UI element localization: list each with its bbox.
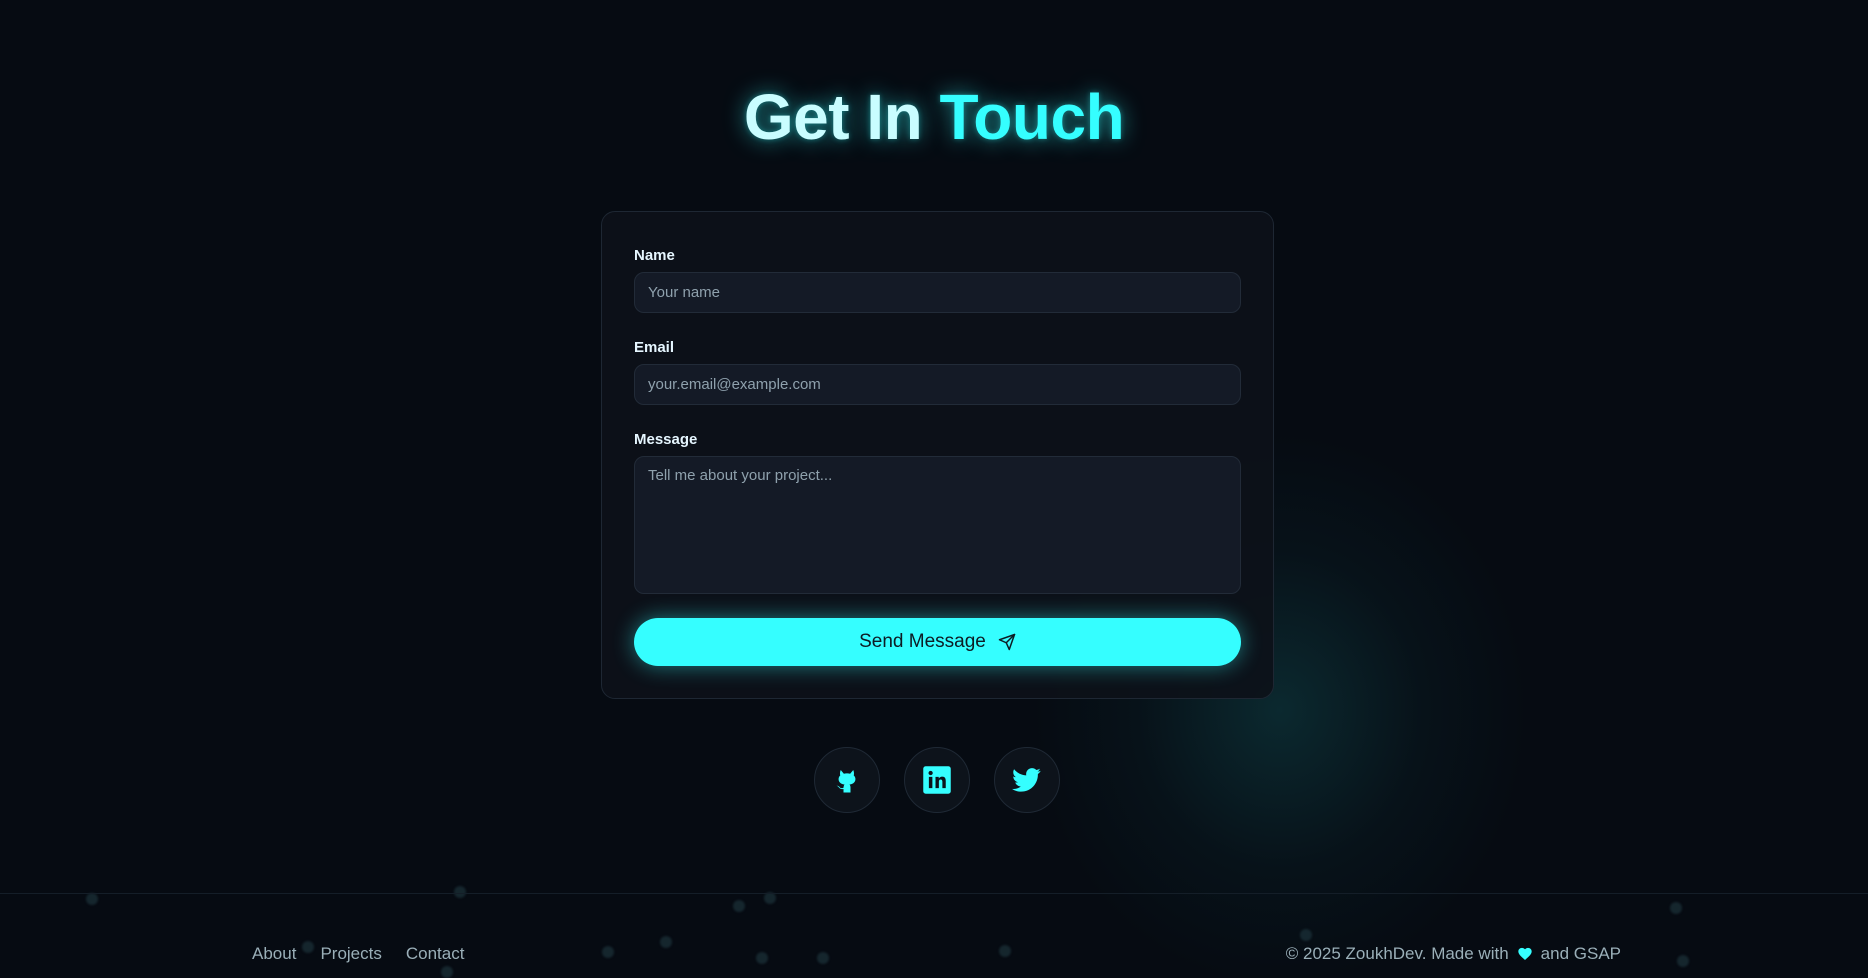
paper-plane-icon <box>998 633 1016 651</box>
copyright-prefix: © 2025 ZoukhDev. Made with <box>1285 944 1509 963</box>
linkedin-icon <box>923 766 951 794</box>
footer-divider <box>0 893 1868 894</box>
github-icon <box>836 770 856 793</box>
linkedin-link[interactable] <box>904 747 970 813</box>
name-input[interactable] <box>634 272 1241 313</box>
footer-link-projects[interactable]: Projects <box>320 944 381 964</box>
send-message-label: Send Message <box>859 631 986 652</box>
heart-icon <box>1518 947 1532 960</box>
message-textarea[interactable] <box>634 456 1241 594</box>
copyright: © 2025 ZoukhDev. Made with and GSAP <box>1286 944 1621 964</box>
name-label: Name <box>634 247 675 264</box>
github-link[interactable] <box>814 747 880 813</box>
title-part-1: Get In <box>743 81 923 153</box>
email-label: Email <box>634 339 675 356</box>
twitter-link[interactable] <box>994 747 1060 813</box>
title-part-2: Touch <box>939 81 1125 153</box>
email-input[interactable] <box>634 364 1241 405</box>
footer-nav: About Projects Contact <box>252 944 464 964</box>
twitter-icon <box>1012 768 1041 792</box>
footer-link-contact[interactable]: Contact <box>406 944 465 964</box>
message-label: Message <box>634 431 698 448</box>
send-message-button[interactable]: Send Message <box>634 618 1241 666</box>
footer-link-about[interactable]: About <box>252 944 296 964</box>
contact-form: Name Email Message Send Message <box>601 211 1274 699</box>
copyright-suffix: and GSAP <box>1540 944 1621 963</box>
page-title: Get In Touch <box>0 80 1868 154</box>
